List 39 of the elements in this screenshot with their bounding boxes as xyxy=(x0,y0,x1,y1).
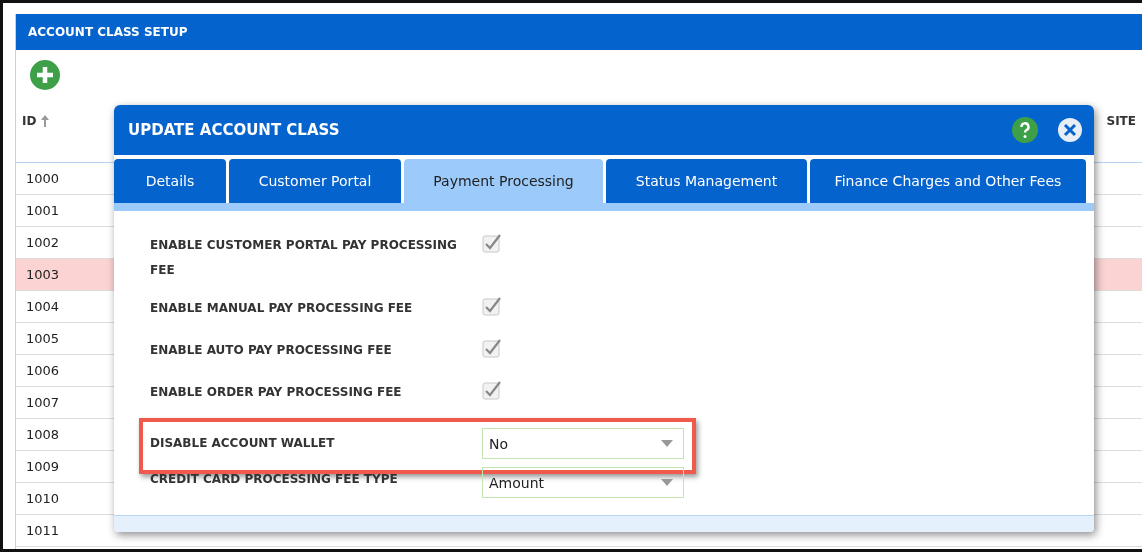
table-cell: 1001 xyxy=(26,203,60,218)
table-cell: 1004 xyxy=(26,299,60,314)
checkbox[interactable] xyxy=(482,233,502,253)
help-icon[interactable] xyxy=(1012,117,1038,143)
table-cell: 1002 xyxy=(26,235,60,250)
tab[interactable]: Payment Processing xyxy=(404,159,603,203)
table-cell: 1007 xyxy=(26,395,60,410)
close-icon[interactable] xyxy=(1058,118,1082,142)
column-header[interactable]: SITE xyxy=(1106,100,1142,162)
column-header[interactable]: ID xyxy=(16,100,51,162)
table-cell: 1006 xyxy=(26,363,60,378)
field-label: ENABLE AUTO PAY PROCESSING FEE xyxy=(150,342,393,359)
field-label: CREDIT CARD PROCESSING FEE TYPE xyxy=(150,471,399,488)
field-label: DISABLE ACCOUNT WALLET xyxy=(150,435,336,452)
table-cell: 1000 xyxy=(26,171,60,186)
caret-icon xyxy=(661,440,673,447)
table-cell: 1008 xyxy=(26,427,60,442)
table-cell: 1009 xyxy=(26,459,60,474)
add-button[interactable] xyxy=(30,60,60,90)
page-title: ACCOUNT CLASS SETUP xyxy=(28,25,188,39)
checkbox[interactable] xyxy=(482,338,502,358)
field-label: ENABLE CUSTOMER PORTAL PAY PROCESSING FEE xyxy=(150,237,458,279)
table-cell: 1011 xyxy=(26,523,60,538)
plus-icon xyxy=(30,60,60,90)
table-cell: 1010 xyxy=(26,491,60,506)
tab[interactable]: Customer Portal xyxy=(229,159,401,203)
checkbox[interactable] xyxy=(482,296,502,316)
table-cell: 1003 xyxy=(26,267,60,282)
dropdown[interactable]: No xyxy=(482,428,684,459)
tab[interactable]: Details xyxy=(114,159,226,203)
dropdown[interactable]: Amount xyxy=(482,467,684,498)
dialog-title: UPDATE ACCOUNT CLASS xyxy=(128,121,340,139)
tab[interactable]: Status Management xyxy=(606,159,807,203)
checkbox[interactable] xyxy=(482,380,502,400)
field-label: ENABLE MANUAL PAY PROCESSING FEE xyxy=(150,300,414,317)
tab[interactable]: Finance Charges and Other Fees xyxy=(810,159,1086,203)
field-label: ENABLE ORDER PAY PROCESSING FEE xyxy=(150,384,403,401)
table-cell: 1005 xyxy=(26,331,60,346)
caret-icon xyxy=(661,479,673,486)
